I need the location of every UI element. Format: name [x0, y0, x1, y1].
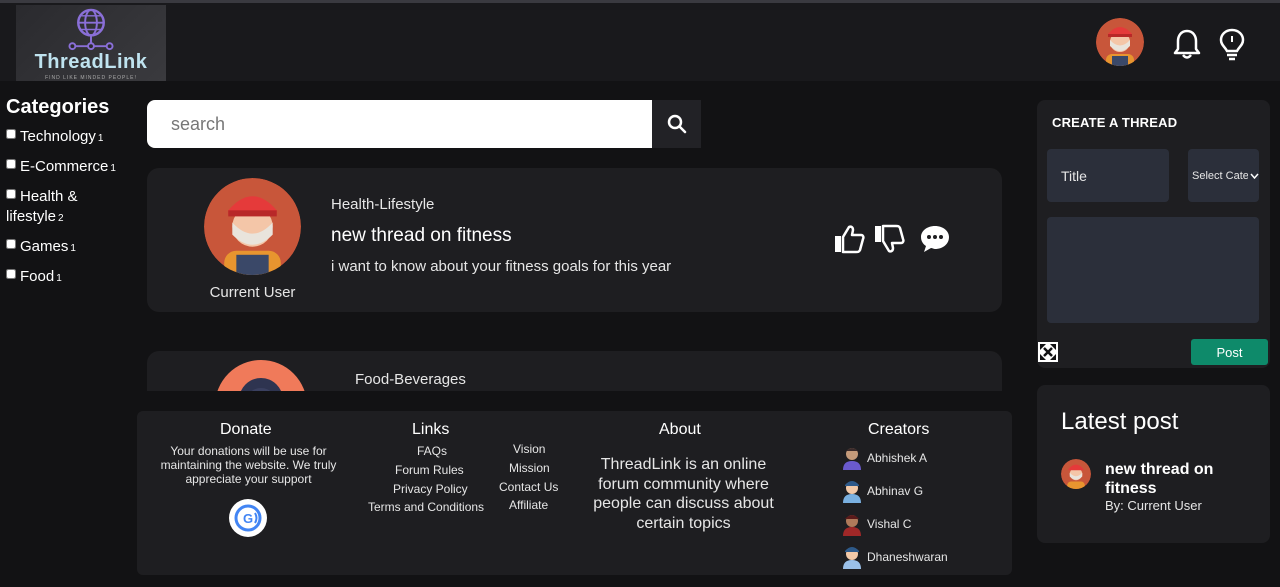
category-checkbox[interactable] — [6, 189, 16, 199]
link-terms[interactable]: Terms and Conditions — [368, 500, 484, 514]
search-button[interactable] — [652, 100, 701, 148]
footer: Donate Your donations will be use for ma… — [137, 411, 1012, 575]
svg-text:G: G — [243, 511, 253, 526]
creator-name: Vishal C — [867, 517, 912, 531]
thread-category: Food-Beverages — [355, 371, 466, 388]
comment-icon[interactable] — [919, 224, 951, 259]
category-select[interactable]: Select Category — [1188, 149, 1259, 202]
category-count: 1 — [56, 273, 62, 284]
thread-card[interactable]: Current User Health-Lifestyle new thread… — [147, 168, 1002, 312]
latest-post-title[interactable]: new thread on fitness — [1105, 460, 1255, 498]
latest-post-author: By: Current User — [1105, 498, 1202, 513]
categories-heading: Categories — [6, 96, 110, 118]
donate-heading: Donate — [220, 421, 272, 438]
bell-icon[interactable] — [1172, 28, 1202, 60]
link-contact-us[interactable]: Contact Us — [499, 480, 558, 494]
header-bar: ThreadLink FIND LIKE MINDED PEOPLE! — [0, 3, 1280, 81]
thread-body: i want to know about your fitness goals … — [331, 258, 672, 275]
chevron-down-icon — [1250, 173, 1259, 179]
link-forum-rules[interactable]: Forum Rules — [395, 463, 464, 477]
category-ecommerce[interactable]: E-Commerce 1 — [6, 157, 131, 179]
latest-post-panel: Latest post new thread on fitness By: Cu… — [1037, 385, 1270, 543]
categories-sidebar: Categories Technology 1 E-Commerce 1 Healt… — [6, 96, 131, 297]
thread-author-avatar — [204, 178, 301, 275]
creator-name: Abhishek A — [867, 451, 928, 465]
link-vision[interactable]: Vision — [513, 442, 545, 456]
logo-tagline: FIND LIKE MINDED PEOPLE! — [45, 75, 137, 81]
logo[interactable]: ThreadLink FIND LIKE MINDED PEOPLE! — [16, 5, 166, 81]
thread-card[interactable]: Food-Beverages — [147, 351, 1002, 391]
creator-item: Vishal C — [841, 512, 911, 536]
creators-heading: Creators — [868, 421, 930, 438]
about-heading: About — [659, 421, 701, 438]
category-count: 1 — [70, 243, 76, 254]
links-heading: Links — [412, 421, 450, 438]
category-checkbox[interactable] — [6, 239, 16, 249]
gpay-icon[interactable]: G — [229, 499, 267, 537]
thread-feed: Current User Health-Lifestyle new thread… — [147, 168, 1002, 391]
category-count: 1 — [110, 163, 116, 174]
creator-avatar-icon — [843, 547, 861, 569]
link-affiliate[interactable]: Affiliate — [509, 498, 548, 512]
logo-title: ThreadLink — [34, 51, 148, 73]
create-thread-panel: CREATE A THREAD Select Category — [1037, 100, 1270, 368]
thread-author-name: Current User — [209, 284, 296, 301]
category-count: 1 — [97, 133, 104, 144]
category-label: Health & lifestyle — [6, 188, 78, 225]
category-food[interactable]: Food 1 — [6, 267, 131, 289]
post-button[interactable]: Post — [1191, 339, 1268, 365]
thread-actions — [833, 224, 951, 259]
category-label: Games — [20, 238, 69, 255]
creator-item: Dhaneshwaran — [841, 545, 948, 569]
user-avatar-icon[interactable] — [1096, 18, 1144, 66]
category-checkbox[interactable] — [6, 159, 16, 169]
category-checkbox[interactable] — [6, 129, 16, 139]
category-label: Food — [20, 268, 55, 285]
thumbs-down-icon[interactable] — [873, 224, 905, 259]
search-icon — [667, 114, 686, 134]
latest-post-avatar — [1061, 459, 1091, 489]
globe-network-icon — [68, 8, 114, 51]
latest-post-heading: Latest post — [1061, 408, 1179, 435]
donate-text: Your donations will be use for maintaini… — [160, 444, 337, 486]
search-input[interactable] — [147, 100, 652, 148]
creator-avatar-icon — [843, 448, 861, 470]
category-count: 2 — [58, 213, 64, 224]
category-label: E-Commerce — [20, 158, 109, 175]
creator-avatar-icon — [843, 515, 861, 536]
thread-title-input[interactable] — [1047, 149, 1169, 202]
category-health-lifestyle[interactable]: Health & lifestyle 2 — [6, 187, 131, 229]
thread-body-input[interactable] — [1047, 217, 1259, 323]
thumbs-up-icon[interactable] — [833, 224, 865, 259]
category-select-value: Select Category — [1192, 169, 1248, 182]
thread-category: Health-Lifestyle — [331, 196, 435, 213]
link-mission[interactable]: Mission — [509, 461, 550, 475]
category-games[interactable]: Games 1 — [6, 237, 131, 259]
thread-author-avatar — [215, 360, 307, 391]
thread-title[interactable]: new thread on fitness — [331, 225, 512, 247]
link-faqs[interactable]: FAQs — [417, 444, 447, 458]
link-privacy-policy[interactable]: Privacy Policy — [393, 482, 468, 496]
creator-item: Abhishek A — [841, 446, 927, 470]
about-text: ThreadLink is an online forum community … — [593, 456, 774, 532]
expand-icon[interactable] — [1038, 342, 1058, 367]
creator-name: Dhaneshwaran — [867, 550, 948, 564]
creator-name: Abhinav G — [867, 484, 924, 498]
category-checkbox[interactable] — [6, 269, 16, 279]
create-thread-heading: CREATE A THREAD — [1052, 115, 1178, 130]
creator-item: Abhinav G — [841, 479, 923, 503]
creator-avatar-icon — [843, 481, 861, 503]
category-technology[interactable]: Technology 1 — [6, 127, 131, 149]
category-label: Technology — [20, 128, 96, 145]
lightbulb-icon[interactable] — [1219, 28, 1245, 62]
